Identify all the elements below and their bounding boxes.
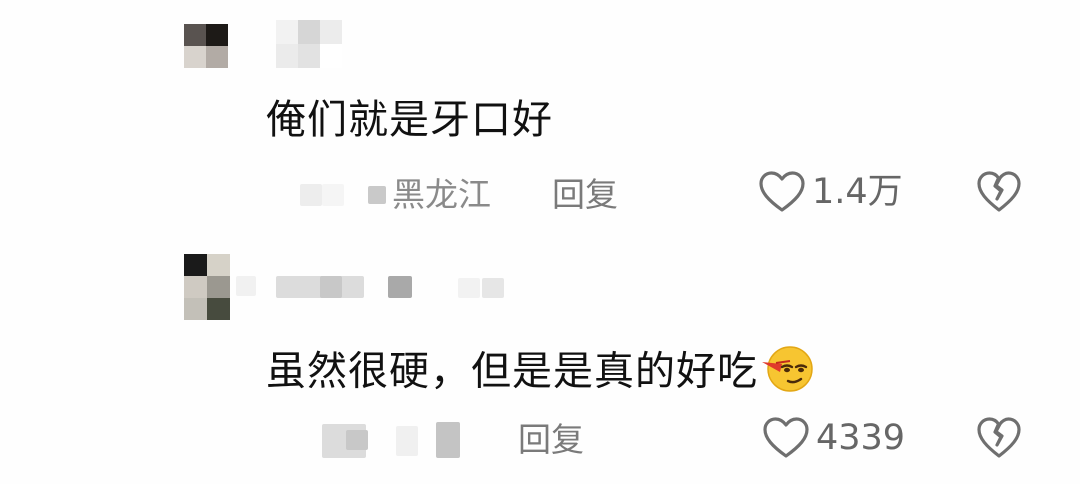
username[interactable] [236,276,256,296]
avatar[interactable] [184,24,228,68]
username[interactable] [458,278,480,298]
username[interactable] [388,276,412,298]
comment-time [322,184,344,206]
broken-heart-icon [976,416,1022,460]
dislike-button[interactable] [976,416,1022,460]
comment-text: 虽然很硬，但是是真的好吃 [266,342,816,405]
heart-outline-icon [758,170,806,214]
comment-time [396,426,418,456]
like-count: 4339 [816,418,906,458]
reply-button[interactable]: 回复 [552,175,618,215]
comment-time [300,184,322,206]
broken-heart-icon [976,170,1022,214]
comment-location: 黑龙江 [392,175,491,214]
comment-time [436,422,460,458]
comment-time [346,430,368,450]
like-count: 1.4万 [812,172,903,212]
smirking-face-emoji [760,342,816,405]
avatar[interactable] [184,254,230,320]
comment-text: 俺们就是牙口好 [266,97,553,143]
like-button[interactable]: 4339 [762,416,905,460]
comment-list: 俺们就是牙口好 黑龙江 回复 1.4万 虽然很硬，但是是真的好吃 回复 4339 [0,0,1080,484]
reply-button[interactable]: 回复 [518,420,584,460]
comment-text-content: 虽然很硬，但是是真的好吃 [266,348,758,395]
heart-outline-icon [762,416,810,460]
like-button[interactable]: 1.4万 [758,170,903,214]
username[interactable] [276,20,342,68]
comment-time [368,186,386,204]
username[interactable] [482,278,504,298]
dislike-button[interactable] [976,170,1022,214]
username[interactable] [320,276,342,298]
